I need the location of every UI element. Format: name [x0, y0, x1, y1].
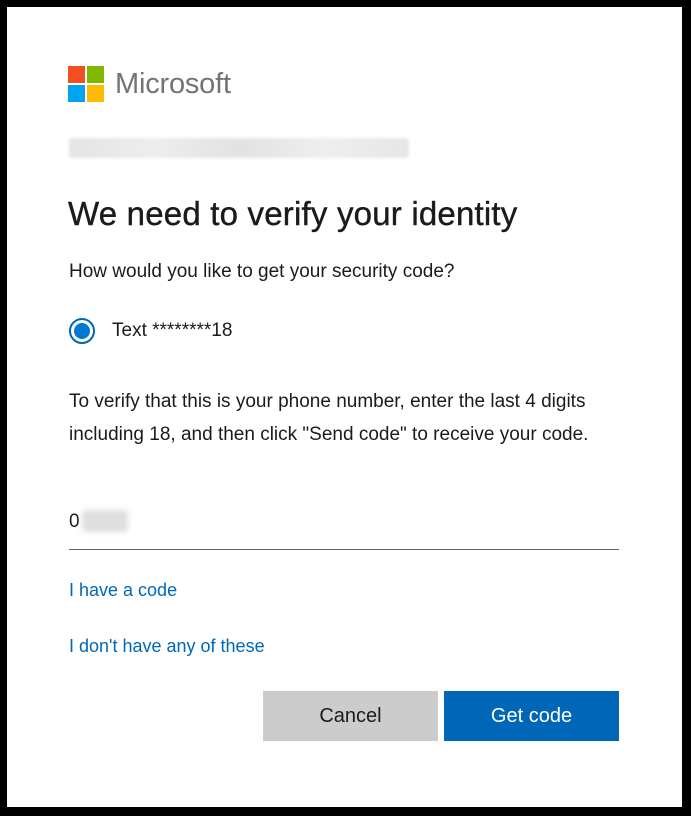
microsoft-windows-icon [68, 66, 104, 102]
verify-identity-dialog: Microsoft We need to verify your identit… [7, 7, 682, 807]
input-value-redacted [82, 510, 128, 532]
radio-option-text[interactable]: Text ********18 [69, 318, 232, 344]
page-subtitle: How would you like to get your security … [69, 261, 455, 282]
get-code-button[interactable]: Get code [444, 691, 619, 741]
radio-option-label[interactable]: Text ********18 [112, 320, 232, 342]
brand-name: Microsoft [115, 67, 231, 100]
microsoft-logo: Microsoft [68, 66, 231, 102]
page-title: We need to verify your identity [68, 195, 518, 232]
radio-selected-dot [74, 323, 90, 339]
account-identifier-redacted [69, 138, 409, 158]
dont-have-any-link[interactable]: I don't have any of these [69, 636, 265, 657]
cancel-button[interactable]: Cancel [263, 691, 438, 741]
verification-instructions: To verify that this is your phone number… [69, 391, 589, 445]
radio-button[interactable] [69, 318, 95, 344]
have-code-link[interactable]: I have a code [69, 580, 177, 601]
phone-digits-field[interactable] [69, 505, 619, 550]
